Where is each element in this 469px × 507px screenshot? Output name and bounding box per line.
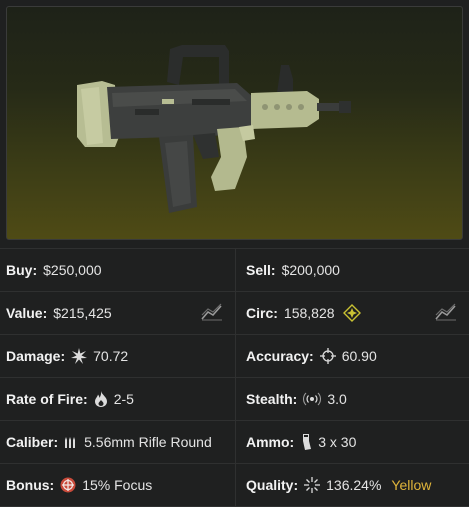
bullets-icon: [64, 435, 78, 449]
assault-rifle-image: [77, 45, 351, 213]
ammo-stat: Ammo: 3 x 30: [236, 421, 469, 463]
damage-label: Damage:: [6, 348, 66, 364]
sell-stat: Sell: $200,000: [236, 249, 469, 291]
accuracy-label: Accuracy:: [246, 348, 314, 364]
buy-label: Buy:: [6, 262, 38, 278]
bonus-label: Bonus:: [6, 477, 55, 493]
stealth-label: Stealth:: [246, 391, 298, 407]
quality-value: 136.24%: [326, 477, 382, 493]
burst-icon: [71, 348, 88, 364]
sell-label: Sell:: [246, 262, 276, 278]
bonus-badge-icon[interactable]: [60, 477, 76, 493]
circ-stat: Circ: 158,828: [236, 292, 469, 334]
trend-chart-icon[interactable]: [201, 303, 223, 324]
circ-label: Circ:: [246, 305, 278, 321]
flame-icon: [94, 391, 108, 407]
stealth-value: 3.0: [327, 391, 347, 407]
radar-wave-icon: [303, 391, 322, 407]
sparkle-icon: [304, 477, 321, 493]
caliber-label: Caliber:: [6, 434, 59, 450]
stealth-stat: Stealth: 3.0: [236, 378, 469, 420]
value-stat: Value: $215,425: [0, 292, 236, 334]
stats-row: Buy: $250,000 Sell: $200,000: [0, 248, 469, 291]
rate-of-fire-stat: Rate of Fire: 2-5: [0, 378, 236, 420]
stats-row: Rate of Fire: 2-5 Stealth: 3.0: [0, 377, 469, 420]
sell-value: $200,000: [281, 262, 340, 278]
stats-row: Caliber: 5.56mm Rifle Round Ammo: 3 x 30: [0, 420, 469, 463]
damage-value: 70.72: [93, 348, 129, 364]
stats-row: Damage: 70.72 Accuracy: 60.90: [0, 334, 469, 377]
damage-stat: Damage: 70.72: [0, 335, 236, 377]
accuracy-stat: Accuracy: 60.90: [236, 335, 469, 377]
magazine-icon: [300, 433, 312, 451]
trend-chart-icon[interactable]: [435, 303, 457, 324]
crosshair-icon: [319, 348, 336, 364]
bonus-value: 15% Focus: [82, 477, 153, 493]
buy-value: $250,000: [43, 262, 102, 278]
caliber-stat: Caliber: 5.56mm Rifle Round: [0, 421, 236, 463]
stats-row: Bonus: 15% Focus Quality: 136.24% Yellow: [0, 463, 469, 507]
quality-label: Quality:: [246, 477, 299, 493]
quality-tier: Yellow: [391, 477, 432, 493]
item-card: Buy: $250,000 Sell: $200,000 Value: $215…: [0, 0, 469, 507]
buy-stat: Buy: $250,000: [0, 249, 236, 291]
accuracy-value: 60.90: [341, 348, 377, 364]
rate-of-fire-label: Rate of Fire:: [6, 391, 88, 407]
item-image-frame: [6, 6, 463, 240]
stats-grid: Buy: $250,000 Sell: $200,000 Value: $215…: [0, 248, 469, 507]
ammo-label: Ammo:: [246, 434, 295, 450]
circ-value: 158,828: [283, 305, 335, 321]
rate-of-fire-value: 2-5: [113, 391, 134, 407]
caliber-value: 5.56mm Rifle Round: [84, 434, 212, 450]
value-label: Value:: [6, 305, 48, 321]
stats-row: Value: $215,425 Circ: 158,828: [0, 291, 469, 334]
value-value: $215,425: [53, 305, 112, 321]
diamond-star-icon: [342, 304, 361, 322]
ammo-value: 3 x 30: [318, 434, 357, 450]
